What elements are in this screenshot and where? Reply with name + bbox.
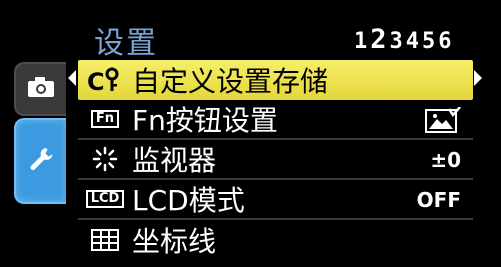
page-number-3[interactable]: 3 [390,29,403,54]
left-arrow-icon[interactable] [68,70,76,86]
menu-item-label: 自定义设置存储 [132,65,329,98]
fn-assigned-picture-icon [425,100,461,140]
lcd-mode-value: OFF [416,188,461,212]
custom-set-icon: C [78,63,132,97]
lcd-icon: LCD [85,190,125,208]
fn-icon: Fn [90,110,120,128]
page-number-4[interactable]: 4 [406,29,419,54]
page-indicator: 1 2 3 4 5 6 [354,24,452,55]
menu-item-lcd-mode[interactable]: LCD LCD模式 OFF [78,180,473,220]
page-number-6[interactable]: 6 [438,29,451,54]
svg-text:C: C [87,68,105,94]
page-title: 设置 [94,26,158,61]
menu-item-custom-set[interactable]: C 自定义设置存储 [78,60,473,100]
page-number-5[interactable]: 5 [422,29,435,54]
grid-icon [78,223,132,257]
setup-menu-screen: 设置 1 2 3 4 5 6 C 自定义设置存储 Fn Fn按钮设置 监视器 ±… [0,0,501,267]
menu-item-label: 监视器 [132,144,217,177]
camera-icon [27,76,55,102]
menu-item-label: 坐标线 [132,225,217,258]
wrench-icon [28,146,54,176]
tab-setup[interactable] [14,118,66,204]
monitor-value: ±0 [430,148,461,172]
menu-item-label: Fn按钮设置 [132,104,278,137]
right-arrow-icon[interactable] [474,70,482,86]
menu-item-fn-button[interactable]: Fn Fn按钮设置 [78,100,473,140]
page-number-1[interactable]: 1 [354,29,367,54]
page-number-2[interactable]: 2 [370,24,386,55]
menu-item-label: LCD模式 [132,184,245,217]
menu-item-grid-line[interactable]: 坐标线 [78,220,473,260]
menu-item-monitor[interactable]: 监视器 ±0 [78,140,473,180]
tab-camera[interactable] [14,62,66,116]
brightness-icon [78,142,132,176]
